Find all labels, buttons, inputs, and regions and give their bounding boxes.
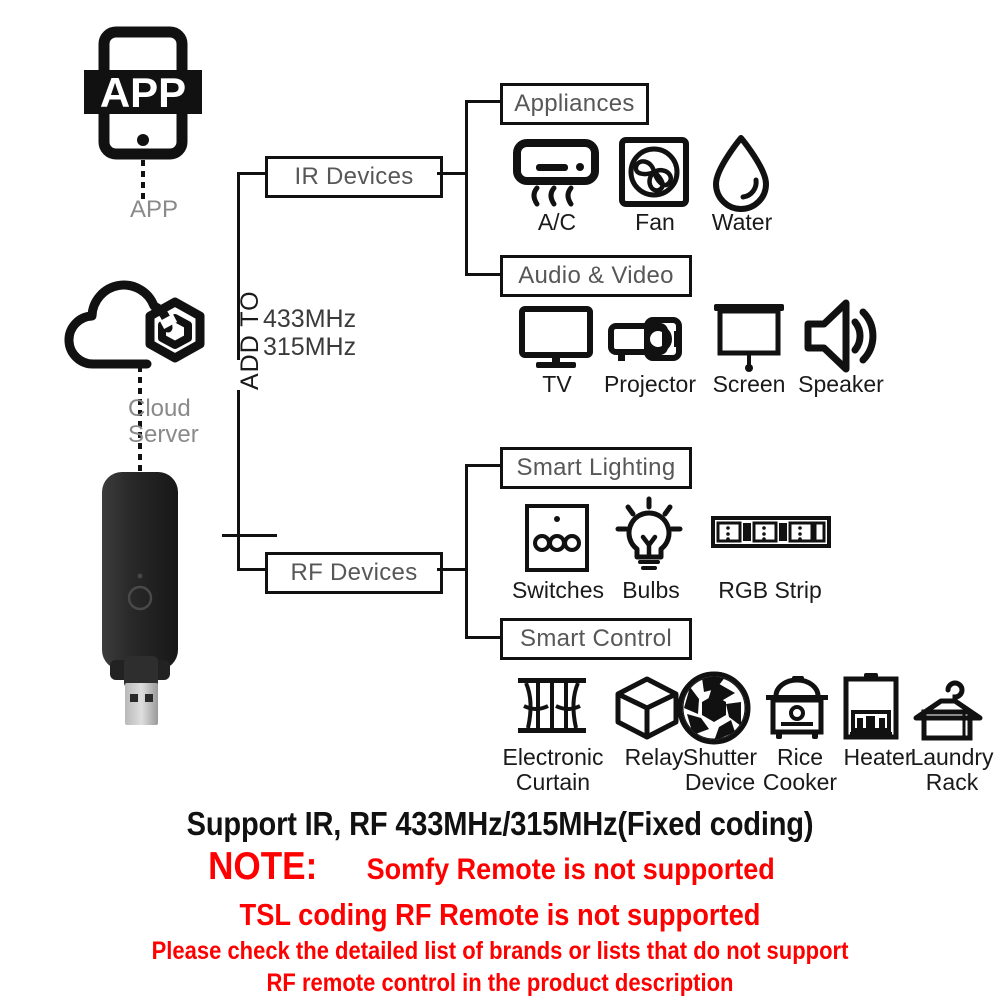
ir-fork-vertical [465,100,468,276]
icon-label-screen: Screen [712,371,786,397]
ir-out-line [437,172,467,175]
usb-dongle-icon [88,470,198,735]
diagram-canvas: APP APP Cloud Server ADD TO 433MHz 315MH… [0,0,1000,1000]
add-to-label: ADD TO [236,290,264,390]
app-phone-icon: APP [78,26,208,160]
cloud-server-icon [52,280,212,375]
rgb-led-strip-icon [711,512,831,552]
cloud-caption: Cloud Server [128,395,199,448]
icon-label-bulbs: Bulbs [622,577,680,603]
icon-label-switches: Switches [511,577,605,603]
rf-out-line [437,568,467,571]
group-title-appliances[interactable]: Appliances [500,83,649,125]
group-title-smart-control[interactable]: Smart Control [500,618,692,660]
group-title-audio-video-label: Audio & Video [518,262,674,289]
support-line: Support IR, RF 433MHz/315MHz(Fixed codin… [186,805,814,842]
light-bulb-icon [614,496,684,575]
wall-switch-icon [524,503,590,573]
icon-label-ac: A/C [537,209,577,235]
icon-label-speaker: Speaker [798,371,884,397]
rice-cooker-icon [762,674,832,742]
curtain-icon [516,676,588,738]
tv-icon [518,305,594,371]
rf-elbow-line [237,568,265,571]
group-title-audio-video[interactable]: Audio & Video [500,255,692,297]
trunk-line-lower [237,390,240,568]
icon-label-laundry-rack: Laundry Rack [910,744,994,795]
shutter-aperture-icon [677,671,751,745]
icon-label-electronic-curtain: Electronic Curtain [502,744,604,795]
group-title-smart-lighting[interactable]: Smart Lighting [500,447,692,489]
ir-elbow-line [237,172,265,175]
ir-fork-to-appliances [465,100,500,103]
laundry-rack-icon [910,676,986,742]
node-rf-devices-label: RF Devices [290,559,418,586]
icon-label-shutter-device: Shutter Device [682,744,758,795]
note-prefix: NOTE: [208,845,318,888]
dongle-trunk-stub [222,534,277,537]
rf-fork-vertical [465,464,468,639]
group-title-smart-control-label: Smart Control [520,625,672,652]
icon-label-rice-cooker: Rice Cooker [762,744,838,795]
air-conditioner-icon [512,138,600,208]
rf-fork-to-smart-control [465,636,500,639]
note-row: NOTE: Somfy Remote is not supported [0,845,1000,889]
node-ir-devices[interactable]: IR Devices [265,156,443,198]
group-title-smart-lighting-label: Smart Lighting [516,454,676,481]
rf-fork-to-smart-lighting [465,464,500,467]
ir-fork-to-audio-video [465,273,500,276]
icon-label-rgb-strip: RGB Strip [718,577,822,603]
node-rf-devices[interactable]: RF Devices [265,552,443,594]
note-line-3: Please check the detailed list of brands… [151,937,849,997]
projector-icon [608,316,690,368]
projection-screen-icon [712,302,786,372]
fan-icon [618,136,690,208]
node-ir-devices-label: IR Devices [294,163,414,190]
note-line-1: Somfy Remote is not supported [367,853,776,886]
water-heater-icon [840,672,902,742]
icon-label-fan: Fan [635,209,675,235]
group-title-appliances-label: Appliances [514,90,635,117]
app-badge-text: APP [100,69,186,116]
note-line-2: TSL coding RF Remote is not supported [239,897,761,932]
water-drop-icon [710,134,772,212]
relay-cube-icon [614,676,680,740]
icon-label-water: Water [711,209,773,235]
frequency-label: 433MHz 315MHz [263,305,357,361]
speaker-icon [800,298,880,374]
icon-label-projector: Projector [603,371,697,397]
app-caption: APP [130,196,179,223]
icon-label-tv: TV [542,371,572,397]
